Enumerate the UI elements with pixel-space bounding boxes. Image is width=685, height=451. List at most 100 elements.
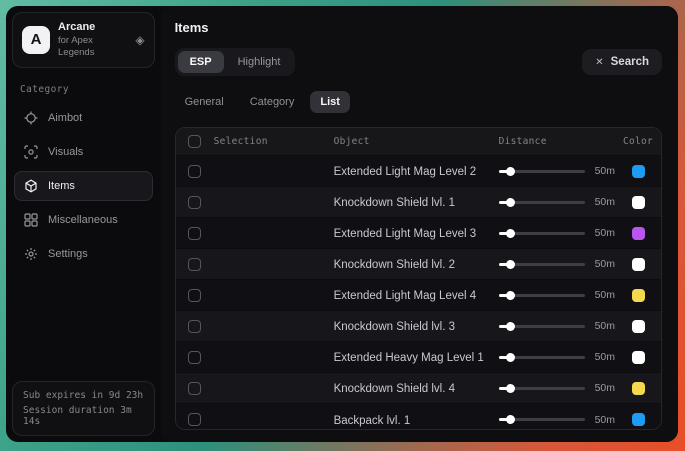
distance-slider[interactable] <box>499 232 585 235</box>
mode-segmented-control: ESP Highlight <box>175 48 296 76</box>
color-swatch[interactable] <box>632 413 645 426</box>
object-label: Backpack lvl. 1 <box>334 415 411 427</box>
object-label: Extended Light Mag Level 2 <box>334 166 477 178</box>
color-swatch[interactable] <box>632 289 645 302</box>
color-swatch[interactable] <box>632 351 645 364</box>
row-checkbox[interactable] <box>188 320 201 333</box>
search-button-label: Search <box>611 56 649 68</box>
row-checkbox[interactable] <box>188 165 201 178</box>
distance-slider[interactable] <box>499 325 585 328</box>
sidebar-item-aimbot[interactable]: Aimbot <box>14 103 153 133</box>
distance-slider[interactable] <box>499 356 585 359</box>
distance-value: 50m <box>595 351 615 363</box>
distance-value: 50m <box>595 320 615 332</box>
color-swatch[interactable] <box>632 165 645 178</box>
box-icon <box>24 179 38 193</box>
object-label: Knockdown Shield lvl. 2 <box>334 259 455 271</box>
object-label: Knockdown Shield lvl. 3 <box>334 321 455 333</box>
color-swatch[interactable] <box>632 227 645 240</box>
distance-slider[interactable] <box>499 387 585 390</box>
table-header-row: Selection Object Distance Color <box>176 128 661 156</box>
distance-slider[interactable] <box>499 170 585 173</box>
sidebar-item-items[interactable]: Items <box>14 171 153 201</box>
sidebar-item-label: Visuals <box>48 146 83 158</box>
distance-slider[interactable] <box>499 263 585 266</box>
table-row: Backpack lvl. 1 50m <box>176 404 661 430</box>
header-selection: Selection <box>214 136 334 147</box>
sub-expires-text: Sub expires in 9d 23h <box>23 390 144 401</box>
tab-list[interactable]: List <box>310 91 350 113</box>
gear-icon <box>24 247 38 261</box>
header-distance: Distance <box>499 136 615 147</box>
color-swatch[interactable] <box>632 258 645 271</box>
row-checkbox[interactable] <box>188 413 201 426</box>
slider-handle[interactable] <box>506 198 515 207</box>
slider-handle[interactable] <box>506 415 515 424</box>
header-object: Object <box>334 136 499 147</box>
tab-highlight[interactable]: Highlight <box>226 51 293 73</box>
scan-eye-icon <box>24 145 38 159</box>
slider-handle[interactable] <box>506 260 515 269</box>
header-color: Color <box>615 136 661 147</box>
tab-esp[interactable]: ESP <box>178 51 224 73</box>
slider-handle[interactable] <box>506 353 515 362</box>
object-label: Extended Light Mag Level 3 <box>334 228 477 240</box>
distance-value: 50m <box>595 227 615 239</box>
slider-handle[interactable] <box>506 229 515 238</box>
row-checkbox[interactable] <box>188 227 201 240</box>
table-row: Knockdown Shield lvl. 2 50m <box>176 249 661 280</box>
subscription-info-card: Sub expires in 9d 23h Session duration 3… <box>12 381 155 436</box>
distance-slider[interactable] <box>499 418 585 421</box>
slider-handle[interactable] <box>506 322 515 331</box>
tab-general[interactable]: General <box>175 91 234 113</box>
row-checkbox[interactable] <box>188 196 201 209</box>
table-row: Knockdown Shield lvl. 1 50m <box>176 187 661 218</box>
object-label: Knockdown Shield lvl. 4 <box>334 383 455 395</box>
grid-icon <box>24 213 38 227</box>
sidebar: A Arcane for Apex Legends ◈ Category Aim… <box>6 6 161 442</box>
distance-slider[interactable] <box>499 201 585 204</box>
table-row: Knockdown Shield lvl. 3 50m <box>176 311 661 342</box>
sidebar-item-label: Settings <box>48 248 88 260</box>
color-swatch[interactable] <box>632 382 645 395</box>
table-body: Extended Light Mag Level 2 50m Knockdown… <box>176 156 661 430</box>
sidebar-nav: Aimbot Visuals Items Miscellaneous Setti… <box>12 103 155 269</box>
sidebar-item-visuals[interactable]: Visuals <box>14 137 153 167</box>
app-header-card: A Arcane for Apex Legends ◈ <box>12 12 155 68</box>
row-checkbox[interactable] <box>188 382 201 395</box>
select-all-checkbox[interactable] <box>188 135 201 148</box>
table-row: Extended Light Mag Level 2 50m <box>176 156 661 187</box>
view-tabs: General Category List <box>175 91 662 113</box>
object-label: Knockdown Shield lvl. 1 <box>334 197 455 209</box>
slider-handle[interactable] <box>506 384 515 393</box>
row-checkbox[interactable] <box>188 351 201 364</box>
row-checkbox[interactable] <box>188 289 201 302</box>
row-checkbox[interactable] <box>188 258 201 271</box>
object-label: Extended Heavy Mag Level 1 <box>334 352 484 364</box>
sidebar-item-miscellaneous[interactable]: Miscellaneous <box>14 205 153 235</box>
search-button[interactable]: ✕ Search <box>582 49 662 75</box>
table-row: Knockdown Shield lvl. 4 50m <box>176 373 661 404</box>
distance-value: 50m <box>595 165 615 177</box>
sidebar-item-label: Miscellaneous <box>48 214 118 226</box>
app-name: Arcane <box>58 21 127 35</box>
sidebar-item-settings[interactable]: Settings <box>14 239 153 269</box>
object-label: Extended Light Mag Level 4 <box>334 290 477 302</box>
distance-value: 50m <box>595 289 615 301</box>
distance-value: 50m <box>595 382 615 394</box>
distance-slider[interactable] <box>499 294 585 297</box>
sidebar-item-label: Aimbot <box>48 112 82 124</box>
color-swatch[interactable] <box>632 320 645 333</box>
pin-icon[interactable]: ◈ <box>135 33 144 47</box>
sidebar-item-label: Items <box>48 180 75 192</box>
slider-handle[interactable] <box>506 167 515 176</box>
tab-category[interactable]: Category <box>240 91 305 113</box>
x-icon: ✕ <box>595 57 603 68</box>
table-row: Extended Heavy Mag Level 1 50m <box>176 342 661 373</box>
crosshair-icon <box>24 111 38 125</box>
page-title: Items <box>175 20 662 35</box>
slider-handle[interactable] <box>506 291 515 300</box>
table-row: Extended Light Mag Level 3 50m <box>176 218 661 249</box>
app-logo: A <box>22 26 50 54</box>
color-swatch[interactable] <box>632 196 645 209</box>
